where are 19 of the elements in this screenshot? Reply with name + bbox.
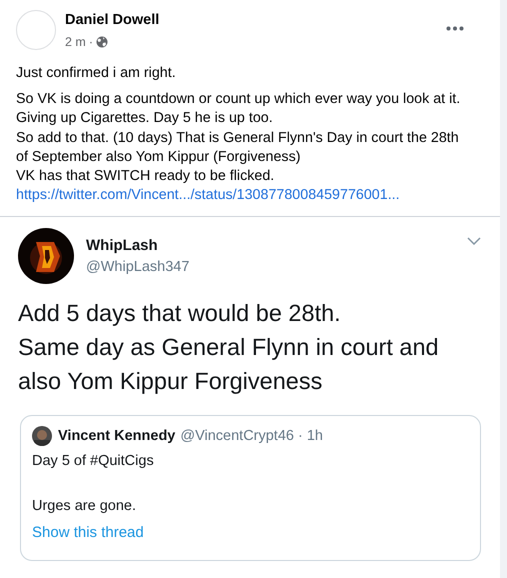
- separator: ·: [88, 35, 94, 49]
- post-time[interactable]: 2 m: [65, 35, 86, 49]
- chevron-icon: [467, 237, 481, 246]
- post-text: Just confirmed i am right.: [16, 64, 177, 83]
- globe-icon: [96, 36, 108, 48]
- more-options-icon[interactable]: [446, 26, 464, 31]
- user-handle: @WhipLash347: [86, 259, 190, 276]
- quoted-text: Day 5 of #QuitCigs: [32, 452, 155, 472]
- user-name: WhipLash: [86, 237, 159, 254]
- show-thread-link[interactable]: Show this thread: [32, 522, 144, 544]
- user-name: Vincent Kennedy: [58, 428, 176, 444]
- tweet-text: Same day as General Flynn in court and: [18, 333, 440, 362]
- user-handle: @VincentCrypt46 · 1h: [180, 428, 323, 444]
- tweet-text: Add 5 days that would be 28th.: [18, 299, 342, 328]
- post-link[interactable]: https://twitter.com/Vincent.../status/1308778008459776001...: [16, 186, 484, 206]
- author-name[interactable]: Daniel Dowell: [65, 12, 446, 28]
- post-text: So VK is doing a countdown or count up which ever way you look at it. Giving up Cigarettes. Day 5 he is up too. So add to that. (10 days) That is General Flynn's Day in court the 28th of September also Yom Kippur (Forgiveness) VK has that SWITCH ready to be flicked.: [16, 90, 462, 186]
- quoted-text: Urges are gone.: [32, 497, 137, 516]
- tweet-text: also Yom Kippur Forgiveness: [18, 367, 324, 396]
